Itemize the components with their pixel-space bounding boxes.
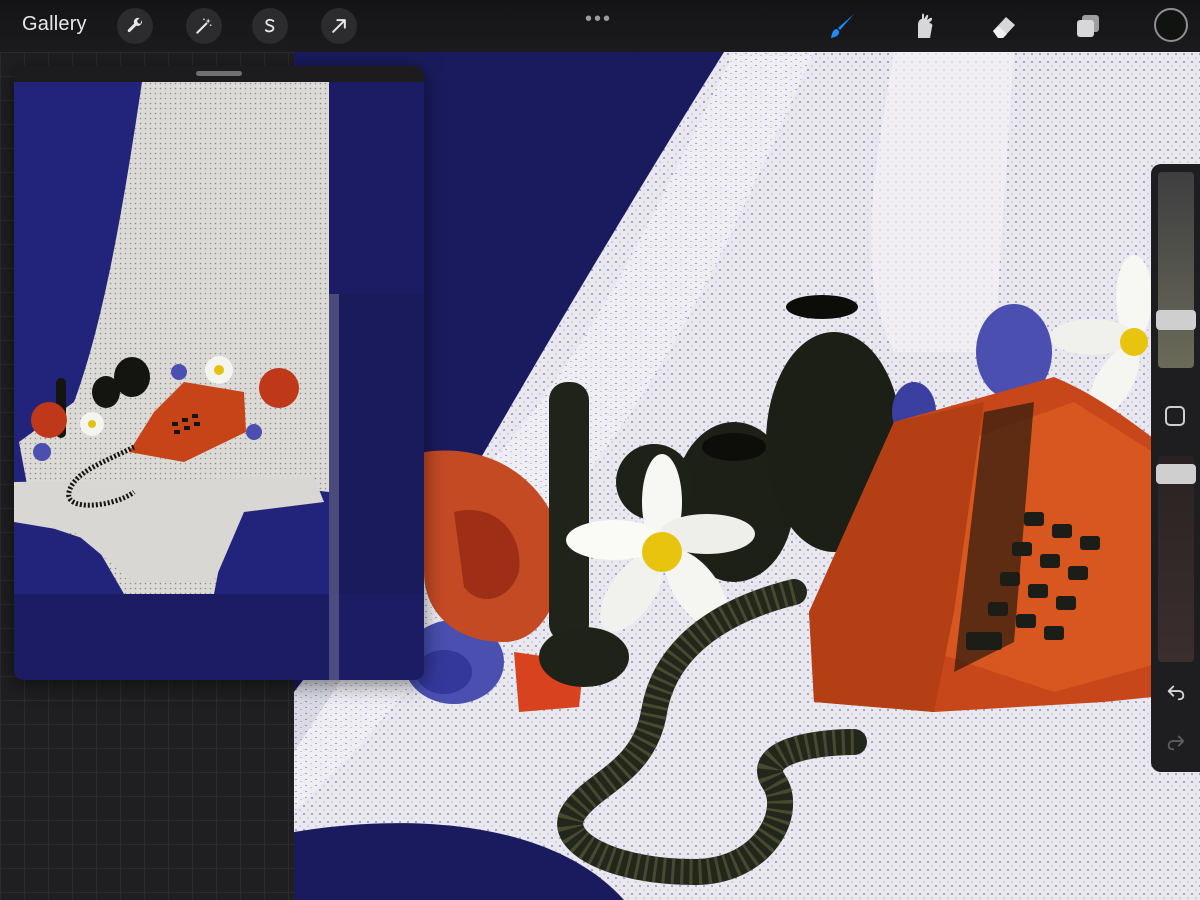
- magic-wand-icon: [196, 18, 212, 34]
- transform-button[interactable]: [321, 8, 357, 44]
- selection-button[interactable]: [252, 8, 288, 44]
- canvas-artwork: [294, 52, 1200, 900]
- brush-size-thumb[interactable]: [1156, 310, 1196, 330]
- eraser-icon: [993, 17, 1015, 38]
- eraser-tool-button[interactable]: [987, 9, 1021, 43]
- color-picker-swatch[interactable]: [1154, 8, 1188, 42]
- undo-icon: [1167, 685, 1185, 701]
- top-toolbar: Gallery •••: [0, 0, 1200, 52]
- more-options-dots[interactable]: •••: [585, 8, 612, 31]
- brush-tool-button[interactable]: [826, 9, 860, 43]
- brush-size-slider[interactable]: [1158, 172, 1194, 368]
- transform-arrow-icon: [332, 19, 346, 33]
- reference-window[interactable]: [14, 66, 424, 680]
- selection-icon: [264, 18, 275, 33]
- layers-icon: [1077, 15, 1099, 37]
- brush-icon: [831, 14, 854, 38]
- brush-sidebar: [1151, 164, 1200, 772]
- redo-icon: [1167, 735, 1185, 751]
- smudge-tool-button[interactable]: [908, 9, 942, 43]
- smudge-icon: [918, 13, 933, 38]
- painting-canvas[interactable]: [294, 52, 1200, 900]
- layers-button[interactable]: [1071, 9, 1105, 43]
- gallery-button[interactable]: Gallery: [22, 13, 87, 36]
- reference-photo: [14, 82, 424, 680]
- modify-button[interactable]: [1165, 406, 1185, 426]
- brush-opacity-thumb[interactable]: [1156, 464, 1196, 484]
- actions-button[interactable]: [117, 8, 153, 44]
- wrench-icon: [127, 17, 142, 33]
- adjustments-button[interactable]: [186, 8, 222, 44]
- reference-drag-handle[interactable]: [196, 71, 242, 76]
- undo-button[interactable]: [1164, 680, 1188, 704]
- reference-window-header[interactable]: [14, 66, 424, 82]
- redo-button[interactable]: [1164, 730, 1188, 754]
- brush-opacity-slider[interactable]: [1158, 456, 1194, 662]
